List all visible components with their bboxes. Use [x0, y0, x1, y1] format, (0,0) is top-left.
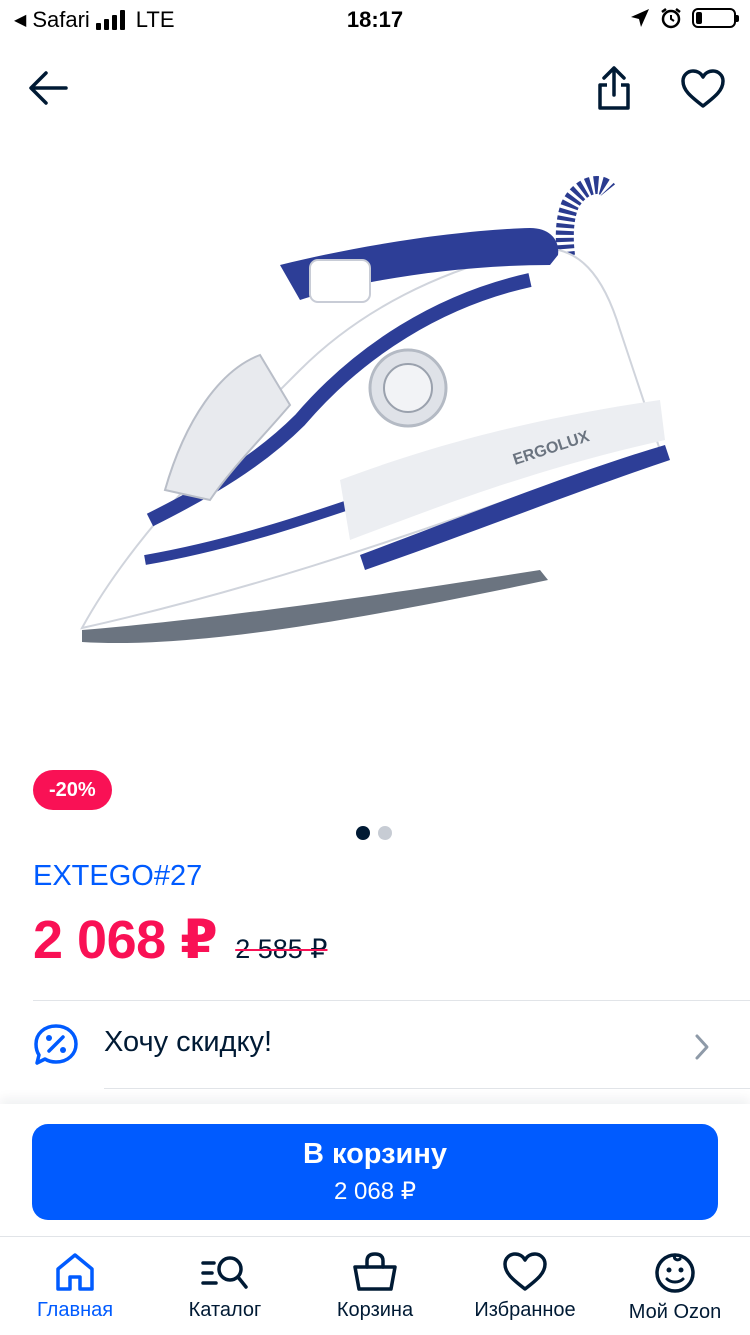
back-button[interactable] — [22, 64, 74, 112]
want-discount-label: Хочу скидку! — [104, 1026, 273, 1058]
discount-badge: -20% — [33, 770, 112, 810]
battery-icon — [692, 8, 739, 28]
favorite-button[interactable] — [676, 64, 730, 114]
gallery-pagination[interactable] — [356, 826, 392, 840]
basket-icon — [353, 1252, 397, 1291]
home-icon — [56, 1253, 94, 1291]
alarm-icon — [661, 8, 681, 29]
add-to-cart-price: 2 068 ₽ — [334, 1178, 416, 1205]
status-right — [630, 7, 739, 29]
chevron-right-icon — [695, 1034, 709, 1060]
seller-link[interactable]: EXTEGO#27 — [33, 860, 202, 893]
tab-catalog-label: Каталог — [188, 1299, 262, 1321]
gallery-dot[interactable] — [356, 826, 370, 840]
heart-icon — [503, 1252, 547, 1291]
add-to-cart-button[interactable]: В корзину 2 068 ₽ — [32, 1124, 718, 1220]
tab-favorites-label: Избранное — [474, 1299, 576, 1321]
price-row: 2 068 ₽ 2 585 ₽ — [33, 908, 327, 971]
share-button[interactable] — [590, 62, 638, 114]
tab-catalog[interactable]: Каталог — [150, 1237, 300, 1335]
arrow-left-icon — [29, 71, 68, 105]
bottom-tab-bar: Главная Каталог Корзина Избранное Мой Oz… — [0, 1236, 750, 1335]
tab-home[interactable]: Главная — [0, 1237, 150, 1335]
discount-chat-icon — [34, 1024, 78, 1065]
catalog-search-icon — [201, 1256, 248, 1289]
profile-smile-icon — [655, 1253, 695, 1293]
iron-illustration: ERGOLUX — [80, 176, 670, 644]
tab-favorites[interactable]: Избранное — [450, 1237, 600, 1335]
tab-my-ozon-label: Мой Ozon — [628, 1301, 722, 1323]
tab-home-label: Главная — [36, 1299, 114, 1321]
product-image[interactable]: ERGOLUX — [60, 160, 690, 680]
tab-my-ozon[interactable]: Мой Ozon — [600, 1237, 750, 1335]
divider — [104, 1088, 750, 1089]
gallery-dot[interactable] — [378, 826, 392, 840]
tab-cart[interactable]: Корзина — [300, 1237, 450, 1335]
add-to-cart-label: В корзину — [302, 1138, 448, 1170]
share-icon — [598, 66, 630, 110]
tab-cart-label: Корзина — [336, 1299, 414, 1321]
current-price: 2 068 ₽ — [33, 910, 218, 970]
old-price: 2 585 ₽ — [235, 934, 328, 964]
heart-icon — [681, 69, 725, 108]
location-icon — [631, 9, 649, 27]
status-bar: ◀ Safari LTE 18:17 — [0, 0, 750, 40]
